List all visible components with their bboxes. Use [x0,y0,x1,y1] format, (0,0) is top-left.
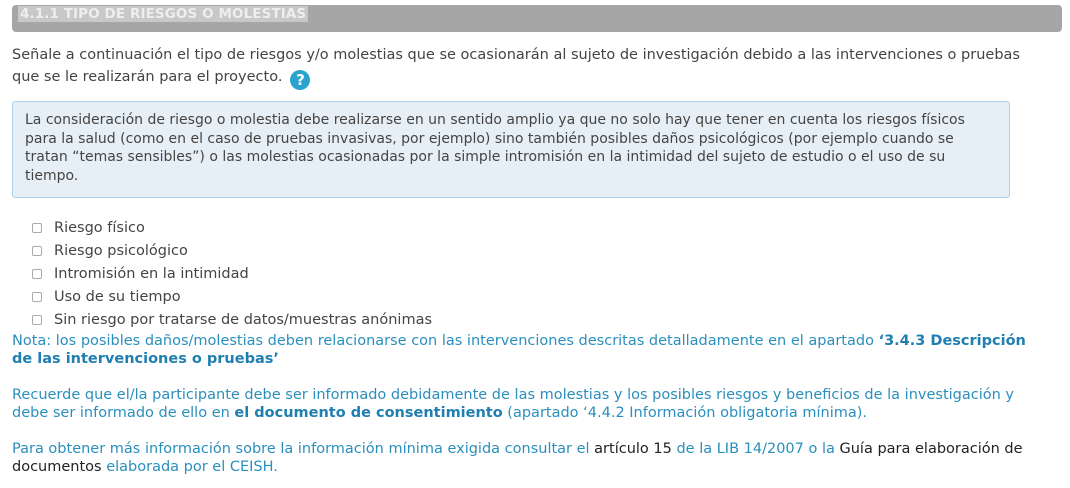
note-more-info-text-3: elaborada por el CEISH. [101,459,278,475]
option-sin-riesgo[interactable]: Sin riesgo por tratarse de datos/muestra… [32,308,432,331]
intro-text-content: Señale a continuación el tipo de riesgos… [12,47,1020,85]
articulo-15-link[interactable]: artículo 15 [594,441,672,457]
checkbox-intromision-intimidad[interactable] [32,268,42,279]
note-more-info-text: Para obtener más información sobre la in… [12,441,595,457]
option-label: Intromisión en la intimidad [54,265,249,282]
checkbox-riesgo-psicologico[interactable] [32,245,42,256]
info-box: La consideración de riesgo o molestia de… [12,101,1010,198]
option-label: Uso de su tiempo [54,288,181,305]
option-label: Sin riesgo por tratarse de datos/muestra… [54,311,433,328]
risk-options-list: Riesgo físico Riesgo psicológico Intromi… [32,216,432,331]
note-more-info: Para obtener más información sobre la in… [12,440,1042,476]
intro-text: Señale a continuación el tipo de riesgos… [12,44,1042,90]
consent-document-reference: el documento de consentimiento [234,405,503,421]
checkbox-riesgo-fisico[interactable] [32,222,42,233]
help-question-icon[interactable]: ? [290,70,311,90]
note-interventions-text: Nota: los posibles daños/molestias deben… [12,333,879,349]
option-intromision-intimidad[interactable]: Intromisión en la intimidad [32,262,432,285]
checkbox-uso-tiempo[interactable] [32,291,42,302]
option-label: Riesgo psicológico [54,242,188,259]
section-title: 4.1.1 TIPO DE RIESGOS O MOLESTIAS [18,6,309,22]
option-label: Riesgo físico [54,219,145,236]
option-uso-tiempo[interactable]: Uso de su tiempo [32,285,432,308]
note-interventions: Nota: los posibles daños/molestias deben… [12,332,1042,368]
note-consent: Recuerde que el/la participante debe ser… [12,386,1042,422]
note-more-info-text-2: de la LIB 14/2007 o la [671,441,840,457]
info-box-text: La consideración de riesgo o molestia de… [25,112,965,184]
note-consent-suffix: (apartado ‘4.4.2 Información obligatoria… [502,405,868,421]
option-riesgo-fisico[interactable]: Riesgo físico [32,216,432,239]
checkbox-sin-riesgo[interactable] [32,314,42,325]
option-riesgo-psicologico[interactable]: Riesgo psicológico [32,239,432,262]
